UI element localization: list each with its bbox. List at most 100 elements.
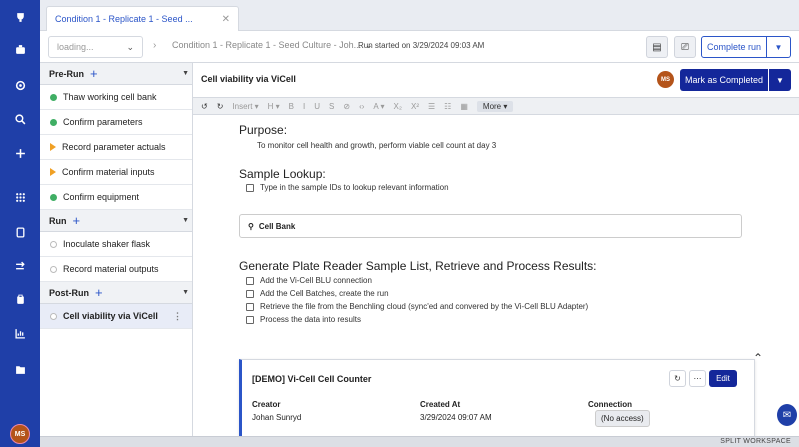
plus-icon[interactable] bbox=[0, 142, 40, 164]
trophy-icon[interactable] bbox=[0, 6, 40, 28]
step-item[interactable]: Record material outputs bbox=[40, 257, 192, 282]
complete-run-dropdown[interactable]: ▼ bbox=[767, 36, 791, 58]
step-label: Cell viability via ViCell bbox=[63, 311, 158, 321]
checkbox-box[interactable] bbox=[246, 183, 254, 192]
created-at-label: Created At bbox=[420, 400, 461, 409]
step-label: Record material outputs bbox=[63, 264, 159, 274]
checkbox-label: Type in the sample IDs to lookup relevan… bbox=[260, 183, 449, 192]
ellipsis-icon: ⋯ bbox=[693, 374, 702, 383]
superscript-button[interactable]: X² bbox=[411, 102, 419, 111]
assignee-avatar[interactable]: MS bbox=[657, 71, 674, 88]
task-checkbox[interactable]: Process the data into results bbox=[246, 315, 361, 324]
lookup-heading: Sample Lookup: bbox=[239, 167, 326, 181]
settings-icon[interactable] bbox=[0, 74, 40, 96]
close-icon[interactable]: ✕ bbox=[222, 14, 230, 25]
done-status-icon bbox=[50, 193, 57, 201]
add-step-icon[interactable]: + bbox=[95, 285, 103, 300]
bold-button[interactable]: B bbox=[289, 102, 294, 111]
flow-icon[interactable] bbox=[0, 255, 40, 277]
search-icon[interactable] bbox=[0, 108, 40, 130]
sample-search-input[interactable]: ⚲ Cell Bank bbox=[239, 214, 742, 238]
chart-icon[interactable] bbox=[0, 322, 40, 344]
chevron-right-icon: › bbox=[153, 40, 157, 51]
run-toolbar: loading... ⌄ › Condition 1 - Replicate 1 … bbox=[40, 31, 799, 63]
open-status-icon bbox=[50, 240, 57, 248]
link-button[interactable]: ⊘ bbox=[343, 102, 350, 111]
checkbox-box[interactable] bbox=[246, 276, 254, 285]
mark-completed-button[interactable]: Mark as Completed bbox=[680, 69, 768, 91]
checkbox-box[interactable] bbox=[246, 289, 254, 298]
step-item[interactable]: Inoculate shaker flask bbox=[40, 232, 192, 257]
step-item-active[interactable]: Cell viability via ViCell ⋮ bbox=[40, 304, 192, 329]
numbered-list-button[interactable]: ☷ bbox=[444, 102, 451, 111]
step-item[interactable]: Thaw working cell bank bbox=[40, 85, 192, 110]
project-select[interactable]: loading... ⌄ bbox=[48, 36, 143, 58]
mark-completed-dropdown[interactable]: ▼ bbox=[769, 69, 791, 91]
refresh-button[interactable]: ↻ bbox=[669, 370, 686, 387]
table-button[interactable]: ▦ bbox=[460, 102, 468, 111]
complete-run-button[interactable]: Complete run bbox=[701, 36, 767, 58]
edit-button[interactable]: Edit bbox=[709, 370, 737, 387]
present-button[interactable]: ⎚ bbox=[674, 36, 696, 58]
briefcase-icon[interactable] bbox=[0, 38, 40, 60]
code-button[interactable]: ‹› bbox=[359, 102, 364, 111]
step-item[interactable]: Record parameter actuals bbox=[40, 135, 192, 160]
lookup-checkbox[interactable]: Type in the sample IDs to lookup relevan… bbox=[246, 183, 449, 192]
breadcrumb-label: Condition 1 - Replicate 1 - Seed Culture… bbox=[172, 40, 362, 50]
kebab-menu-icon[interactable]: ⋮ bbox=[173, 311, 182, 322]
step-label: Confirm parameters bbox=[63, 117, 143, 127]
folder-icon[interactable] bbox=[0, 358, 40, 380]
step-label: Confirm material inputs bbox=[62, 167, 155, 177]
tab-run[interactable]: Condition 1 - Replicate 1 - Seed ... ✕ bbox=[46, 6, 239, 77]
more-menu[interactable]: More ▾ bbox=[476, 100, 514, 112]
caret-down-icon[interactable]: ▼ bbox=[182, 289, 189, 296]
section-title: Post-Run bbox=[49, 287, 89, 298]
instrument-card: [DEMO] Vi-Cell Cell Counter ↻ ⋯ Edit Cre… bbox=[239, 359, 755, 436]
underline-button[interactable]: U bbox=[314, 102, 320, 111]
present-icon: ⎚ bbox=[681, 41, 689, 53]
checkbox-box[interactable] bbox=[246, 315, 254, 324]
bullet-list-button[interactable]: ☰ bbox=[428, 102, 435, 111]
created-at-value: 3/29/2024 09:07 AM bbox=[420, 413, 492, 422]
checkbox-box[interactable] bbox=[246, 302, 254, 311]
italic-button[interactable]: I bbox=[303, 102, 305, 111]
step-item[interactable]: Confirm equipment bbox=[40, 185, 192, 210]
user-avatar[interactable]: MS bbox=[10, 424, 30, 444]
section-run[interactable]: Run + ▼ bbox=[40, 210, 192, 232]
redo-button[interactable]: ↻ bbox=[217, 102, 224, 111]
checkbox-label: Add the Vi-Cell BLU connection bbox=[260, 276, 372, 285]
add-step-icon[interactable]: + bbox=[90, 66, 98, 81]
section-title: Run bbox=[49, 215, 67, 226]
heading-menu[interactable]: H ▾ bbox=[268, 102, 280, 111]
step-item[interactable]: Confirm parameters bbox=[40, 110, 192, 135]
strikethrough-button[interactable]: S bbox=[329, 102, 334, 111]
task-checkbox[interactable]: Retrieve the file from the Benchling clo… bbox=[246, 302, 588, 311]
app-nav-rail: MS bbox=[0, 0, 40, 447]
chat-icon[interactable]: ✉ bbox=[777, 404, 797, 426]
clipboard-icon[interactable] bbox=[0, 288, 40, 310]
more-options-button[interactable]: ⋯ bbox=[689, 370, 706, 387]
run-breadcrumb[interactable]: Condition 1 - Replicate 1 - Seed Culture… bbox=[172, 40, 373, 51]
run-started-text: Run started on 3/29/2024 09:03 AM bbox=[358, 41, 485, 50]
add-step-icon[interactable]: + bbox=[73, 213, 81, 228]
clipboard-copy-button[interactable]: ▤ bbox=[646, 36, 668, 58]
step-label: Confirm equipment bbox=[63, 192, 140, 202]
section-post-run[interactable]: Post-Run + ▼ bbox=[40, 282, 192, 304]
insert-menu[interactable]: Insert ▾ bbox=[232, 102, 258, 111]
task-checkbox[interactable]: Add the Cell Batches, create the run bbox=[246, 289, 389, 298]
checkbox-label: Process the data into results bbox=[260, 315, 361, 324]
chevron-down-icon: ⌄ bbox=[126, 41, 134, 52]
step-item[interactable]: Confirm material inputs bbox=[40, 160, 192, 185]
creator-label: Creator bbox=[252, 400, 281, 409]
undo-button[interactable]: ↺ bbox=[201, 102, 208, 111]
notebook-icon[interactable] bbox=[0, 221, 40, 243]
subscript-button[interactable]: X₂ bbox=[394, 102, 402, 111]
caret-down-icon[interactable]: ▼ bbox=[182, 70, 189, 77]
apps-icon[interactable] bbox=[0, 186, 40, 208]
split-workspace-button[interactable]: SPLIT WORKSPACE bbox=[720, 438, 791, 445]
task-checkbox[interactable]: Add the Vi-Cell BLU connection bbox=[246, 276, 372, 285]
status-bar: SPLIT WORKSPACE bbox=[40, 436, 799, 447]
caret-down-icon[interactable]: ▼ bbox=[182, 217, 189, 224]
text-color-menu[interactable]: A ▾ bbox=[373, 102, 384, 111]
section-pre-run[interactable]: Pre-Run + ▼ bbox=[40, 63, 192, 85]
